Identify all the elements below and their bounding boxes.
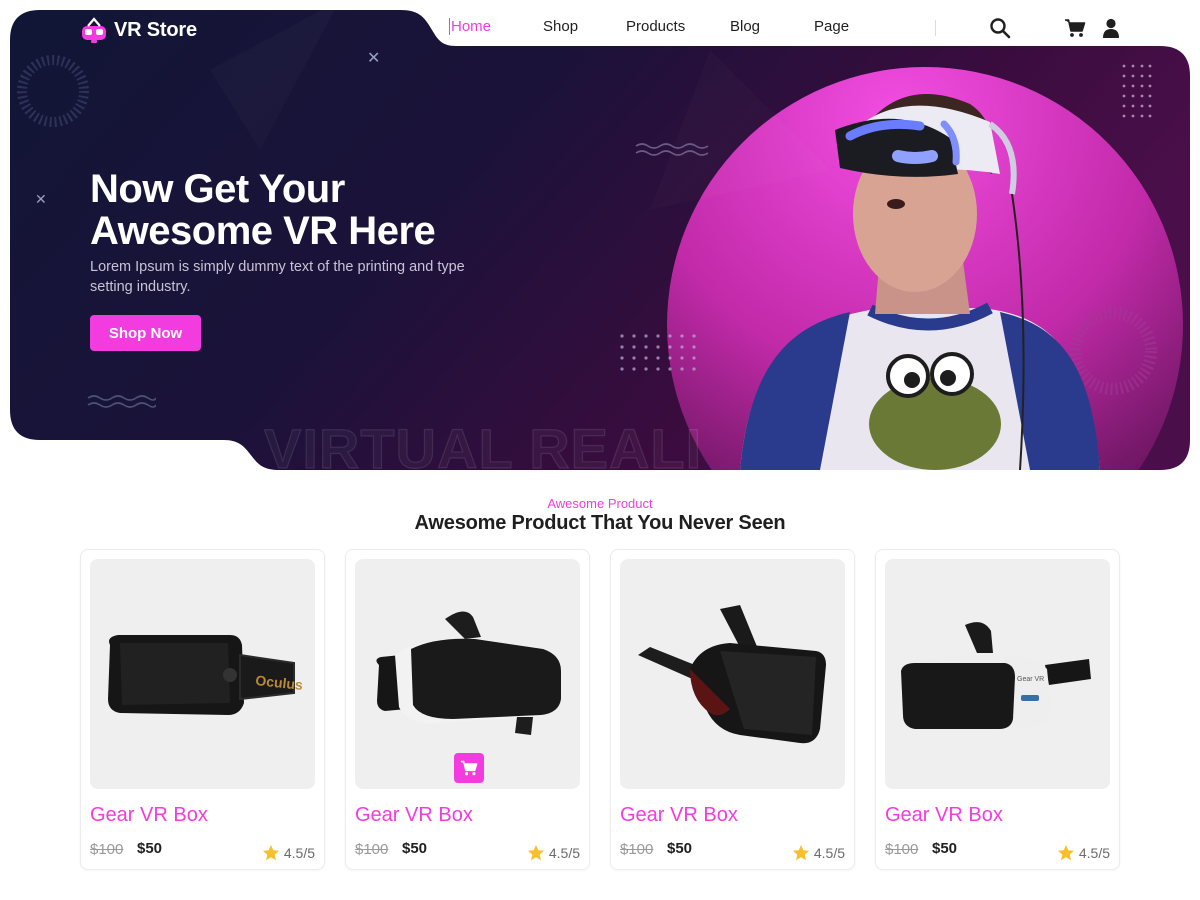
product-old-price: $100 xyxy=(885,841,919,858)
product-card[interactable]: Oculus Gear VR Box $100 $50 4.5/5 xyxy=(80,549,325,870)
product-price: $50 xyxy=(667,840,693,857)
product-image[interactable] xyxy=(355,559,580,789)
black-vr-headset-image xyxy=(638,605,826,744)
product-rating: 4.5/5 xyxy=(262,844,315,862)
user-icon[interactable] xyxy=(1100,17,1122,39)
nav-item-shop[interactable]: Shop xyxy=(543,18,578,35)
product-image[interactable] xyxy=(620,559,845,789)
product-card[interactable]: Gear VR Gear VR Box $100 $50 4.5/5 xyxy=(875,549,1120,870)
vr-headset-logo-icon xyxy=(82,17,106,43)
section-kicker: Awesome Product xyxy=(547,496,653,511)
star-icon xyxy=(262,845,279,861)
product-price: $50 xyxy=(932,840,958,857)
hero-title: Now Get Your Awesome VR Here xyxy=(90,168,560,252)
product-rating: 4.5/5 xyxy=(792,844,845,862)
product-rating-value: 4.5/5 xyxy=(283,845,315,861)
decor-zigzag xyxy=(635,143,709,156)
cart-icon[interactable] xyxy=(1064,17,1086,39)
product-name[interactable]: Gear VR Box xyxy=(90,804,208,827)
product-name[interactable]: Gear VR Box xyxy=(355,804,473,827)
product-image[interactable]: Oculus xyxy=(90,559,315,789)
hero-title-line-2: Awesome VR Here xyxy=(90,209,436,253)
product-rating-value: 4.5/5 xyxy=(548,845,580,861)
product-old-price: $100 xyxy=(90,841,124,858)
brand[interactable]: VR Store xyxy=(80,16,197,44)
close-icon: ✕ xyxy=(367,50,381,67)
samsung-gear-vr-headset-image: Gear VR xyxy=(901,622,1091,729)
product-card[interactable]: Gear VR Box $100 $50 4.5/5 xyxy=(610,549,855,870)
decor-dot-grid xyxy=(620,334,696,371)
decor-ring xyxy=(17,55,89,127)
nav-item-home[interactable]: Home xyxy=(449,18,491,35)
star-icon xyxy=(792,845,809,861)
star-icon xyxy=(527,845,544,861)
cart-icon xyxy=(460,760,478,776)
decor-zigzag xyxy=(87,395,156,408)
product-name[interactable]: Gear VR Box xyxy=(620,804,738,827)
product-rating-value: 4.5/5 xyxy=(813,845,845,861)
add-to-cart-button[interactable] xyxy=(454,753,484,783)
oculus-headset-image: Oculus xyxy=(108,635,304,715)
section-title: Awesome Product That You Never Seen xyxy=(414,512,786,534)
close-icon: ✕ xyxy=(35,191,47,207)
hero-title-line-1: Now Get Your xyxy=(90,167,345,211)
hero-banner: ✕ ✕ Now Get Your Awesome VR Here Lorem I… xyxy=(10,10,1190,476)
product-old-price: $100 xyxy=(620,841,654,858)
product-name[interactable]: Gear VR Box xyxy=(885,804,1003,827)
product-rating-value: 4.5/5 xyxy=(1078,845,1110,861)
hero-subtitle: Lorem Ipsum is simply dummy text of the … xyxy=(90,259,465,295)
vr-user-image xyxy=(740,94,1100,470)
svg-text:Gear VR: Gear VR xyxy=(1017,676,1044,683)
nav-item-page[interactable]: Page xyxy=(814,18,849,35)
nav-divider xyxy=(935,20,936,36)
search-icon[interactable] xyxy=(989,17,1011,39)
product-rating: 4.5/5 xyxy=(1057,844,1110,862)
nav-item-products[interactable]: Products xyxy=(626,18,685,35)
product-card[interactable]: Gear VR Box $100 $50 4.5/5 xyxy=(345,549,590,870)
star-icon xyxy=(1057,845,1074,861)
product-price: $50 xyxy=(402,840,428,857)
product-old-price: $100 xyxy=(355,841,389,858)
nav-item-blog[interactable]: Blog xyxy=(730,18,760,35)
shop-now-button[interactable]: Shop Now xyxy=(90,315,201,351)
product-rating: 4.5/5 xyxy=(527,844,580,862)
product-image[interactable]: Gear VR xyxy=(885,559,1110,789)
product-price: $50 xyxy=(137,840,163,857)
brand-name: VR Store xyxy=(114,18,197,41)
hero-watermark: VIRTUAL REALI xyxy=(264,416,703,476)
